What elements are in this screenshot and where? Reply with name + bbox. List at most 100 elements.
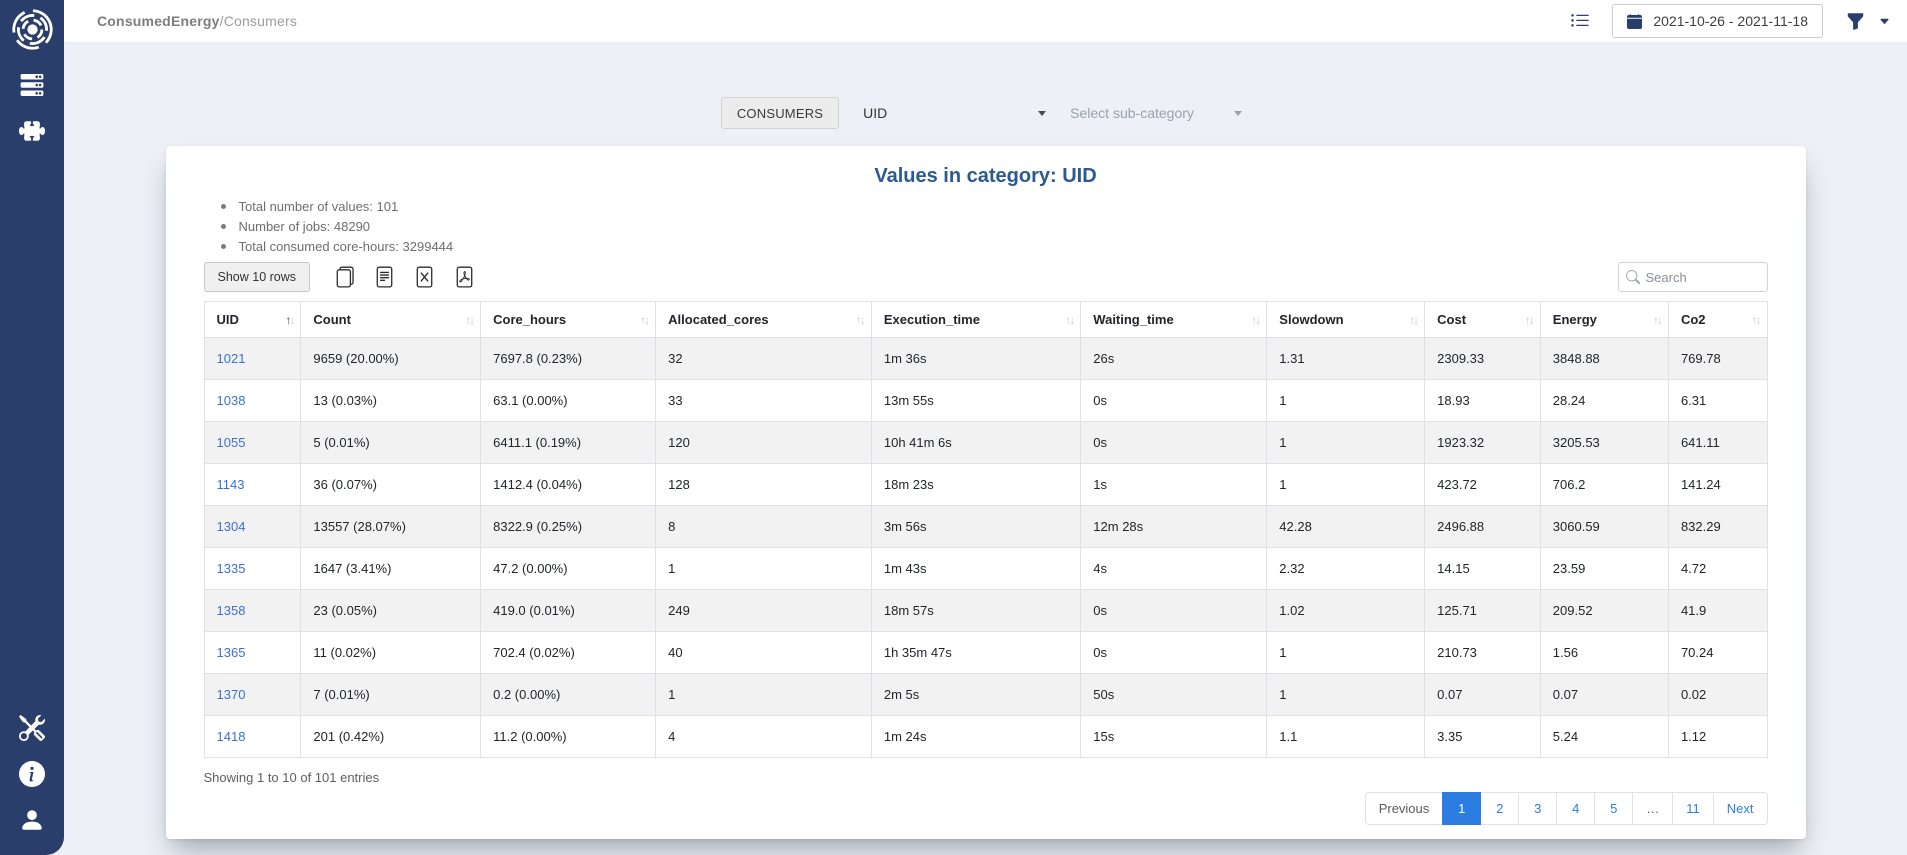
table-row: 13707 (0.01%)0.2 (0.00%)12m 5s50s10.070.…	[204, 674, 1767, 716]
table-cell-waiting_time: 0s	[1081, 380, 1267, 422]
column-header-uid[interactable]: UID ↑↓	[204, 302, 301, 338]
values-card: Values in category: UID Total number of …	[166, 146, 1806, 839]
uid-link[interactable]: 1143	[217, 477, 245, 492]
sort-icons: ↑↓	[640, 313, 648, 327]
user-icon[interactable]	[19, 807, 45, 833]
file-pdf-icon[interactable]	[454, 266, 475, 288]
table-cell-cost: 1923.32	[1425, 422, 1541, 464]
logo-icon[interactable]	[10, 7, 55, 52]
table-cell-cost: 0.07	[1425, 674, 1541, 716]
column-header-allocated_cores[interactable]: Allocated_cores ↑↓	[656, 302, 872, 338]
pagination-page-3[interactable]: 3	[1518, 792, 1557, 825]
table-cell-count: 23 (0.05%)	[301, 590, 481, 632]
uid-link[interactable]: 1370	[217, 687, 246, 702]
subcategory-placeholder: Select sub-category	[1070, 105, 1194, 121]
category-select-value: UID	[863, 105, 887, 121]
table-cell-waiting_time: 4s	[1081, 548, 1267, 590]
subcategory-select[interactable]: Select sub-category	[1060, 97, 1250, 129]
table-cell-cost: 2309.33	[1425, 338, 1541, 380]
table-cell-energy: 3848.88	[1540, 338, 1668, 380]
table-cell-core_hours: 11.2 (0.00%)	[481, 716, 656, 758]
table-cell-co2: 1.12	[1668, 716, 1767, 758]
column-header-co2[interactable]: Co2↑↓	[1668, 302, 1767, 338]
breadcrumb-current: Consumers	[224, 13, 297, 29]
sidebar	[0, 0, 64, 855]
uid-link[interactable]: 1365	[217, 645, 246, 660]
uid-link[interactable]: 1418	[217, 729, 246, 744]
pagination-page-2[interactable]: 2	[1480, 792, 1519, 825]
tools-icon[interactable]	[19, 715, 45, 741]
column-label: Allocated_cores	[668, 312, 768, 327]
pagination-page-1[interactable]: 1	[1442, 792, 1481, 825]
pagination-next[interactable]: Next	[1713, 792, 1768, 825]
sort-icons: ↑↓	[1752, 313, 1760, 327]
table-row: 1418201 (0.42%)11.2 (0.00%)41m 24s15s1.1…	[204, 716, 1767, 758]
table-cell-allocated_cores: 4	[656, 716, 872, 758]
sort-icons: ↑↓	[1251, 313, 1259, 327]
table-row: 114336 (0.07%)1412.4 (0.04%)12818m 23s1s…	[204, 464, 1767, 506]
table-cell-uid: 1143	[204, 464, 301, 506]
tab-consumers[interactable]: CONSUMERS	[721, 97, 839, 129]
pagination-page-4[interactable]: 4	[1556, 792, 1595, 825]
table-cell-co2: 769.78	[1668, 338, 1767, 380]
table-cell-cost: 125.71	[1425, 590, 1541, 632]
column-header-core_hours[interactable]: Core_hours↑↓	[481, 302, 656, 338]
column-label: UID	[217, 312, 239, 327]
file-excel-icon[interactable]	[414, 266, 435, 288]
table-cell-allocated_cores: 33	[656, 380, 872, 422]
caret-down-icon[interactable]	[1879, 16, 1890, 27]
stat-item: Total consumed core-hours: 3299444	[218, 240, 1768, 254]
column-header-count[interactable]: Count↑↓	[301, 302, 481, 338]
table-cell-uid: 1358	[204, 590, 301, 632]
column-header-slowdown[interactable]: Slowdown↑↓	[1267, 302, 1425, 338]
sort-icons: ↑↓	[856, 313, 864, 327]
uid-link[interactable]: 1304	[217, 519, 246, 534]
category-select[interactable]: UID	[849, 97, 1054, 129]
stat-item: Number of jobs: 48290	[218, 220, 1768, 234]
pagination-page-5[interactable]: 5	[1594, 792, 1633, 825]
column-header-waiting_time[interactable]: Waiting_time ↑↓	[1081, 302, 1267, 338]
column-header-energy[interactable]: Energy↑↓	[1540, 302, 1668, 338]
stat-item: Total number of values: 101	[218, 200, 1768, 214]
table-cell-cost: 210.73	[1425, 632, 1541, 674]
funnel-icon[interactable]	[1846, 12, 1865, 31]
table-cell-cost: 3.35	[1425, 716, 1541, 758]
uid-link[interactable]: 1335	[217, 561, 246, 576]
export-buttons	[334, 266, 475, 288]
table-cell-uid: 1370	[204, 674, 301, 716]
caret-down-icon	[1038, 111, 1046, 116]
uid-link[interactable]: 1021	[217, 351, 246, 366]
date-range-picker[interactable]: 2021-10-26 - 2021-11-18	[1612, 4, 1823, 38]
table-cell-slowdown: 42.28	[1267, 506, 1425, 548]
sort-icons: ↑↓	[285, 313, 293, 327]
servers-icon[interactable]	[19, 72, 45, 98]
table-cell-waiting_time: 12m 28s	[1081, 506, 1267, 548]
table-cell-co2: 641.11	[1668, 422, 1767, 464]
table-cell-allocated_cores: 32	[656, 338, 872, 380]
file-text-icon[interactable]	[374, 266, 395, 288]
search-input[interactable]	[1618, 262, 1768, 292]
table-header: UID ↑↓ Count↑↓Core_hours↑↓ Allocated_cores ↑…	[204, 302, 1767, 338]
table-cell-co2: 41.9	[1668, 590, 1767, 632]
copy-icon[interactable]	[334, 266, 355, 288]
show-rows-button[interactable]: Show 10 rows	[204, 262, 311, 292]
column-header-execution_time[interactable]: Execution_time↑↓	[871, 302, 1080, 338]
uid-link[interactable]: 1038	[217, 393, 246, 408]
table-cell-energy: 23.59	[1540, 548, 1668, 590]
puzzle-icon[interactable]	[19, 118, 45, 144]
table-cell-allocated_cores: 128	[656, 464, 872, 506]
column-header-cost[interactable]: Cost↑↓	[1425, 302, 1541, 338]
table-cell-cost: 423.72	[1425, 464, 1541, 506]
table-info: Showing 1 to 10 of 101 entries	[204, 770, 1768, 785]
table-cell-core_hours: 419.0 (0.01%)	[481, 590, 656, 632]
table-cell-co2: 832.29	[1668, 506, 1767, 548]
table-row: 10555 (0.01%)6411.1 (0.19%)12010h 41m 6s…	[204, 422, 1767, 464]
table-cell-energy: 0.07	[1540, 674, 1668, 716]
info-icon[interactable]	[19, 761, 45, 787]
uid-link[interactable]: 1055	[217, 435, 246, 450]
uid-link[interactable]: 1358	[217, 603, 246, 618]
table-cell-waiting_time: 50s	[1081, 674, 1267, 716]
menu-list-icon[interactable]	[1570, 11, 1590, 31]
column-label: Waiting_time	[1093, 312, 1173, 327]
pagination-page-11[interactable]: 11	[1672, 792, 1714, 825]
